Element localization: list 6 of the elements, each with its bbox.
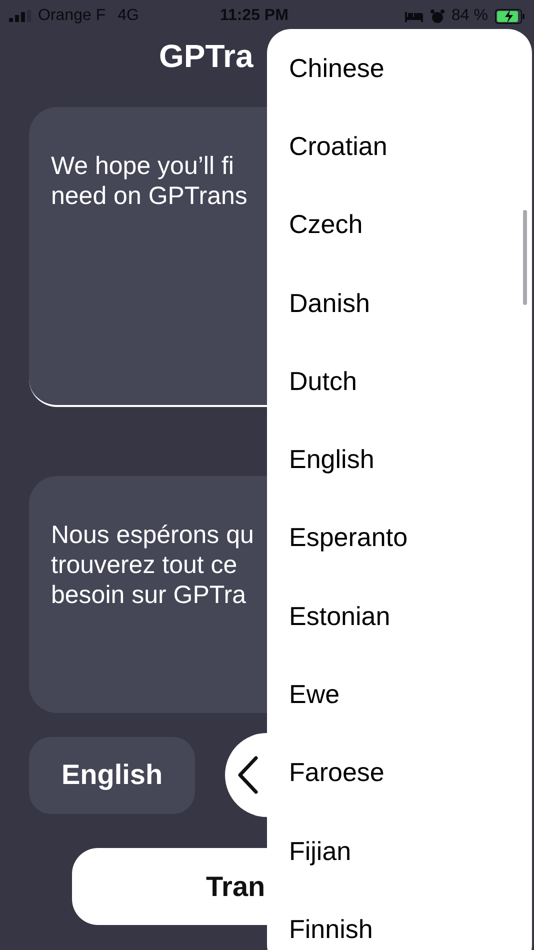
translation-text-line: Nous espérons qu <box>51 520 254 550</box>
source-text-line: We hope you’ll fi <box>51 151 234 181</box>
translation-text-line: trouverez tout ce <box>51 550 238 580</box>
source-text-line: need on GPTrans <box>51 181 248 211</box>
app-title: GPTra <box>159 37 254 76</box>
translation-text-line: besoin sur GPTra <box>51 580 246 610</box>
